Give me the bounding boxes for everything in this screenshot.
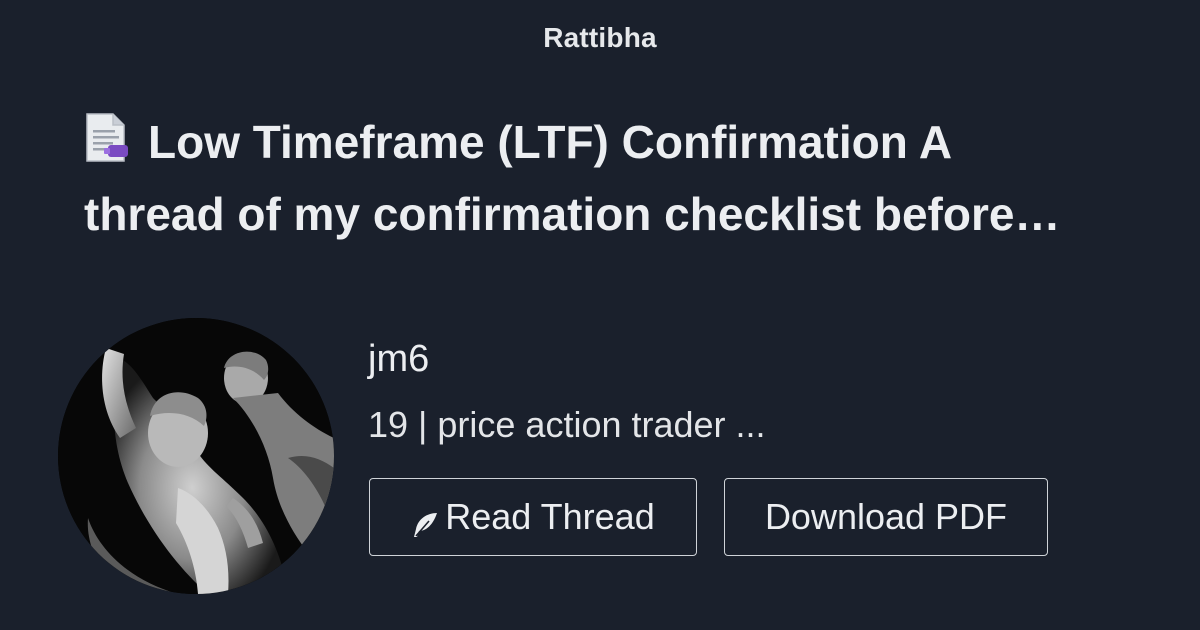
thread-title-text-1: Low Timeframe (LTF) Confirmation A [148,116,953,168]
document-icon [84,112,128,164]
feather-icon [411,506,439,537]
author-bio: 19 | price action trader ... [368,404,766,445]
thread-title-line-1: Low Timeframe (LTF) Confirmation A [84,106,1124,178]
download-pdf-label: Download PDF [764,496,1008,537]
author-avatar [58,318,334,594]
read-thread-label: Read Thread [445,496,655,537]
brand-name: Rattibha [543,22,657,53]
thread-title-line-2: thread of my confirmation checklist befo… [84,188,1061,240]
download-pdf-button[interactable]: Download PDF [724,478,1048,556]
author-name: jm6 [368,338,430,380]
thread-title: Low Timeframe (LTF) Confirmation A threa… [84,106,1124,250]
read-thread-button[interactable]: Read Thread [369,478,697,556]
